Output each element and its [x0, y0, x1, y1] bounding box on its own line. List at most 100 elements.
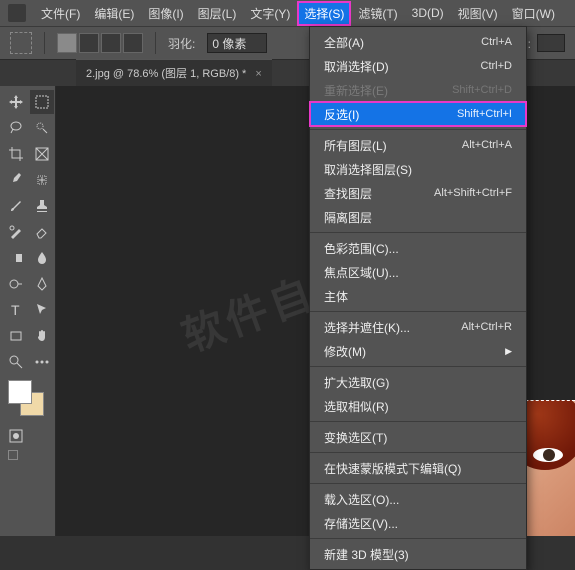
zoom-tool[interactable] — [4, 350, 28, 374]
menu-item[interactable]: 焦点区域(U)... — [310, 260, 526, 284]
menu-item-label: 存储选区(V)... — [324, 515, 398, 532]
menu-item[interactable]: 存储选区(V)... — [310, 511, 526, 535]
menu-3d[interactable]: 3D(D) — [405, 2, 451, 24]
selection-subtract-button[interactable] — [101, 33, 121, 53]
menu-item-label: 选择并遮住(K)... — [324, 319, 410, 336]
select-menu-dropdown: 全部(A) Ctrl+A 取消选择(D)Ctrl+D 重新选择(E) Shift+Ctr… — [309, 26, 527, 570]
menu-item[interactable]: 新建 3D 模型(3) — [310, 542, 526, 566]
edit-toolbar[interactable] — [30, 350, 54, 374]
menu-item[interactable]: 全部(A) Ctrl+A — [310, 30, 526, 54]
menu-item[interactable]: 扩大选取(G) — [310, 370, 526, 394]
menu-item[interactable]: 载入选区(O)... — [310, 487, 526, 511]
document-tab[interactable]: 2.jpg @ 78.6% (图层 1, RGB/8) * × — [76, 59, 272, 86]
menu-item-label: 隔离图层 — [324, 209, 372, 226]
pen-tool[interactable] — [30, 272, 54, 296]
eyedropper-tool[interactable] — [4, 168, 28, 192]
current-tool-icon[interactable] — [10, 32, 32, 54]
menu-separator — [310, 452, 526, 453]
quick-mask-tool[interactable] — [4, 424, 28, 448]
menu-separator — [310, 483, 526, 484]
menu-item-label: 查找图层 — [324, 185, 372, 202]
menu-item-label: 取消选择(D) — [324, 58, 389, 75]
menu-separator — [310, 538, 526, 539]
selection-mode-group — [57, 33, 143, 53]
menu-item[interactable]: 反选(I) Shift+Ctrl+I — [310, 102, 526, 126]
menu-item[interactable]: 取消选择(D)Ctrl+D — [310, 54, 526, 78]
menu-separator — [310, 366, 526, 367]
tool-panel: T — [0, 86, 56, 536]
eraser-tool[interactable] — [30, 220, 54, 244]
menu-type[interactable]: 文字(Y) — [243, 1, 297, 26]
path-select-tool[interactable] — [30, 298, 54, 322]
menu-item[interactable]: 修改(M)▶ — [310, 339, 526, 363]
close-icon[interactable]: × — [255, 68, 261, 80]
menu-view[interactable]: 视图(V) — [451, 1, 505, 26]
selection-new-button[interactable] — [57, 33, 77, 53]
lasso-tool[interactable] — [4, 116, 28, 140]
menu-item[interactable]: 主体 — [310, 284, 526, 308]
selection-add-button[interactable] — [79, 33, 99, 53]
menu-item-label: 主体 — [324, 288, 348, 305]
menu-item-shortcut: Alt+Ctrl+A — [462, 139, 512, 151]
selection-intersect-button[interactable] — [123, 33, 143, 53]
menu-item-label: 变换选区(T) — [324, 429, 387, 446]
menu-item-label: 所有图层(L) — [324, 137, 387, 154]
menu-edit[interactable]: 编辑(E) — [87, 1, 141, 26]
menu-item-label: 反选(I) — [324, 106, 359, 123]
menu-item[interactable]: 色彩范围(C)... — [310, 236, 526, 260]
history-brush-tool[interactable] — [4, 220, 28, 244]
menu-file[interactable]: 文件(F) — [34, 1, 87, 26]
menu-layer[interactable]: 图层(L) — [191, 1, 244, 26]
feather-input[interactable] — [207, 33, 267, 53]
marquee-tool[interactable] — [30, 90, 54, 114]
gradient-tool[interactable] — [4, 246, 28, 270]
menu-item-label: 色彩范围(C)... — [324, 240, 399, 257]
menu-item-label: 在快速蒙版模式下编辑(Q) — [324, 460, 461, 477]
menu-item-label: 载入选区(O)... — [324, 491, 399, 508]
dodge-tool[interactable] — [4, 272, 28, 296]
menu-item-label: 新建 3D 模型(3) — [324, 546, 409, 563]
menu-item[interactable]: 变换选区(T) — [310, 425, 526, 449]
menu-item-shortcut: Ctrl+A — [481, 36, 512, 48]
document-tab-title: 2.jpg @ 78.6% (图层 1, RGB/8) * — [86, 68, 246, 80]
menu-item[interactable]: 选择并遮住(K)... Alt+Ctrl+R — [310, 315, 526, 339]
quick-select-tool[interactable] — [30, 116, 54, 140]
frame-tool[interactable] — [30, 142, 54, 166]
menu-item-shortcut: Alt+Shift+Ctrl+F — [434, 187, 512, 199]
menu-item-label: 焦点区域(U)... — [324, 264, 399, 281]
screen-mode[interactable] — [4, 450, 54, 460]
menu-item-label: 全部(A) — [324, 34, 364, 51]
menu-item[interactable]: 在快速蒙版模式下编辑(Q) — [310, 456, 526, 480]
stamp-tool[interactable] — [30, 194, 54, 218]
type-tool[interactable]: T — [4, 298, 28, 322]
menu-item-label: 重新选择(E) — [324, 82, 388, 99]
menu-item[interactable]: 所有图层(L) Alt+Ctrl+A — [310, 133, 526, 157]
menu-window[interactable]: 窗口(W) — [505, 1, 562, 26]
width-input[interactable] — [537, 34, 565, 52]
menu-item[interactable]: 查找图层 Alt+Shift+Ctrl+F — [310, 181, 526, 205]
color-swatches — [4, 380, 54, 422]
menu-item-shortcut: Shift+Ctrl+D — [452, 84, 512, 96]
menu-separator — [310, 232, 526, 233]
menu-select[interactable]: 选择(S) — [297, 1, 351, 26]
menu-item-label: 取消选择图层(S) — [324, 161, 412, 178]
menu-item-shortcut: Alt+Ctrl+R — [461, 321, 512, 333]
crop-tool[interactable] — [4, 142, 28, 166]
blur-tool[interactable] — [30, 246, 54, 270]
hand-tool[interactable] — [30, 324, 54, 348]
move-tool[interactable] — [4, 90, 28, 114]
menu-item-shortcut: Shift+Ctrl+I — [457, 108, 512, 120]
feather-label: 羽化: — [168, 35, 195, 52]
brush-tool[interactable] — [4, 194, 28, 218]
menu-item[interactable]: 选取相似(R) — [310, 394, 526, 418]
menu-item-label: 选取相似(R) — [324, 398, 389, 415]
menu-item[interactable]: 取消选择图层(S) — [310, 157, 526, 181]
menu-item[interactable]: 隔离图层 — [310, 205, 526, 229]
menu-filter[interactable]: 滤镜(T) — [351, 1, 404, 26]
menu-separator — [310, 129, 526, 130]
healing-tool[interactable] — [30, 168, 54, 192]
menu-image[interactable]: 图像(I) — [141, 1, 190, 26]
foreground-color-swatch[interactable] — [8, 380, 32, 404]
separator — [44, 32, 45, 54]
rectangle-tool[interactable] — [4, 324, 28, 348]
